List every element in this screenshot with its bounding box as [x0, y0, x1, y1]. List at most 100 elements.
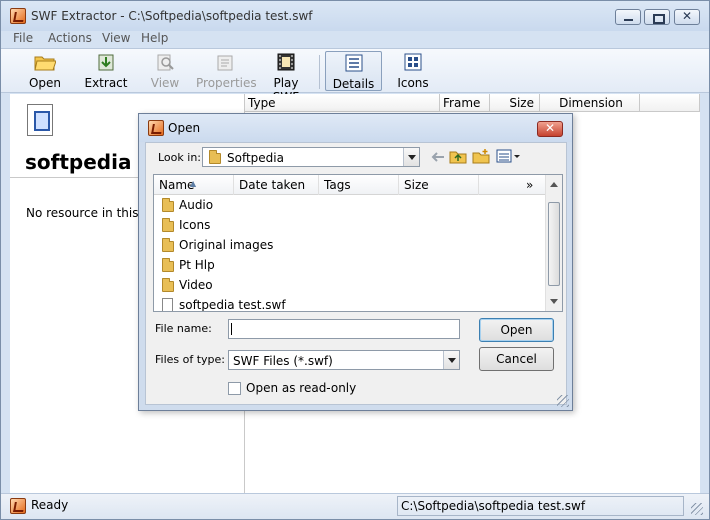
extract-toolbar-button[interactable]: Extract — [81, 51, 131, 91]
list-item-label: Icons — [179, 218, 211, 232]
icons-view-button[interactable]: Icons — [389, 51, 437, 91]
chevron-down-icon[interactable] — [403, 148, 419, 166]
scroll-thumb[interactable] — [548, 202, 560, 286]
status-ready: Ready — [31, 498, 69, 512]
properties-label: Properties — [196, 76, 257, 90]
file-list: ▲ Name Date taken Tags Size » Audio Icon… — [153, 174, 563, 312]
maximize-button[interactable] — [644, 9, 670, 25]
sort-ascending-icon: ▲ — [190, 179, 197, 188]
files-of-type-label: Files of type: — [155, 353, 226, 366]
close-button[interactable]: ✕ — [674, 9, 700, 25]
folder-icon — [209, 150, 221, 164]
list-item-label: Video — [179, 278, 213, 292]
status-app-icon — [10, 498, 26, 514]
main-window: SWF Extractor - C:\Softpedia\softpedia t… — [0, 0, 710, 520]
menu-actions[interactable]: Actions — [48, 31, 92, 45]
window-title: SWF Extractor - C:\Softpedia\softpedia t… — [31, 9, 313, 23]
folder-icon — [162, 238, 174, 252]
menu-help[interactable]: Help — [141, 31, 168, 45]
back-arrow-icon[interactable] — [429, 149, 447, 165]
file-list-scrollbar[interactable] — [545, 175, 562, 311]
swf-document-icon — [27, 104, 53, 136]
menu-view[interactable]: View — [102, 31, 130, 45]
properties-toolbar-button[interactable]: Properties — [196, 51, 257, 91]
open-toolbar-button[interactable]: Open — [21, 51, 69, 91]
icons-label: Icons — [397, 76, 429, 90]
chevron-down-icon[interactable] — [443, 351, 459, 369]
text-caret — [231, 323, 232, 335]
scroll-down-icon[interactable] — [550, 299, 558, 304]
file-icon — [162, 298, 173, 311]
app-icon — [10, 8, 26, 24]
up-folder-icon[interactable] — [449, 148, 467, 164]
new-folder-icon[interactable] — [472, 148, 490, 164]
icons-view-icon — [404, 53, 422, 71]
look-in-value: Softpedia — [227, 151, 284, 165]
details-view-button[interactable]: Details — [325, 51, 382, 91]
open-button[interactable]: Open — [479, 318, 554, 342]
header-tags[interactable]: Tags — [319, 175, 399, 195]
header-size[interactable]: Size — [399, 175, 479, 195]
dialog-title: Open — [168, 121, 201, 135]
dialog-resize-grip[interactable] — [557, 395, 569, 407]
cancel-button[interactable]: Cancel — [479, 347, 554, 371]
dialog-body: Look in: Softpedia ▲ Name Date taken Tag… — [145, 142, 567, 405]
read-only-checkbox[interactable] — [228, 382, 241, 395]
files-of-type-value: SWF Files (*.swf) — [233, 354, 333, 368]
minimize-button[interactable] — [615, 9, 641, 25]
scroll-up-icon[interactable] — [550, 182, 558, 187]
film-icon — [277, 53, 295, 71]
extract-icon — [98, 54, 114, 71]
menu-file[interactable]: File — [13, 31, 33, 45]
properties-icon — [217, 55, 233, 71]
extract-label: Extract — [84, 76, 128, 90]
header-name[interactable]: ▲ Name — [154, 175, 234, 195]
view-toolbar-button[interactable]: View — [145, 51, 185, 91]
dialog-app-icon — [148, 120, 164, 136]
column-frame[interactable]: Frame — [440, 94, 490, 112]
column-type[interactable]: Type — [245, 94, 440, 112]
open-folder-icon — [34, 56, 56, 71]
toolbar-separator — [319, 55, 320, 89]
read-only-label: Open as read-only — [246, 381, 357, 395]
close-icon: ✕ — [681, 9, 693, 23]
folder-icon — [162, 198, 174, 212]
list-item-label: Original images — [179, 238, 274, 252]
no-resource-message: No resource in this f — [26, 206, 147, 220]
more-columns-icon[interactable]: » — [526, 175, 533, 195]
file-name-input[interactable] — [228, 319, 460, 339]
file-name-label: File name: — [155, 322, 212, 335]
details-label: Details — [332, 77, 375, 91]
list-item-label: Pt Hlp — [179, 258, 215, 272]
column-filler — [640, 94, 700, 112]
look-in-combo[interactable]: Softpedia — [202, 147, 420, 167]
look-in-label: Look in: — [158, 151, 201, 164]
status-bar: Ready C:\Softpedia\softpedia test.swf — [1, 493, 709, 519]
play-swf-toolbar-button[interactable]: Play SWF — [259, 51, 313, 104]
file-title: softpedia — [25, 150, 132, 174]
details-icon — [345, 54, 362, 72]
open-label: Open — [28, 76, 62, 90]
menu-bar: File Actions View Help — [1, 31, 709, 47]
magnifier-icon — [157, 54, 174, 71]
status-path: C:\Softpedia\softpedia test.swf — [397, 496, 684, 516]
folder-icon — [162, 258, 174, 272]
open-dialog: Open ✕ Look in: Softpedia ▲ Name Date ta… — [138, 113, 573, 411]
column-dimension[interactable]: Dimension — [540, 94, 640, 112]
view-label: View — [150, 76, 180, 90]
list-item-label: softpedia test.swf — [179, 298, 286, 312]
toolbar: Open Extract View Properties Play Detail… — [1, 48, 709, 104]
list-item-label: Audio — [179, 198, 214, 212]
dialog-close-button[interactable]: ✕ — [537, 121, 563, 137]
dialog-close-icon: ✕ — [544, 121, 556, 135]
folder-icon — [162, 278, 174, 292]
column-size[interactable]: Size — [490, 94, 540, 112]
view-menu-icon[interactable] — [496, 148, 522, 164]
resize-grip[interactable] — [691, 503, 703, 515]
folder-icon — [162, 218, 174, 232]
files-of-type-combo[interactable]: SWF Files (*.swf) — [228, 350, 460, 370]
header-date-taken[interactable]: Date taken — [234, 175, 319, 195]
file-list-header: ▲ Name Date taken Tags Size » — [154, 175, 546, 195]
title-bar: SWF Extractor - C:\Softpedia\softpedia t… — [1, 1, 709, 31]
dialog-title-bar: Open ✕ — [139, 114, 572, 142]
